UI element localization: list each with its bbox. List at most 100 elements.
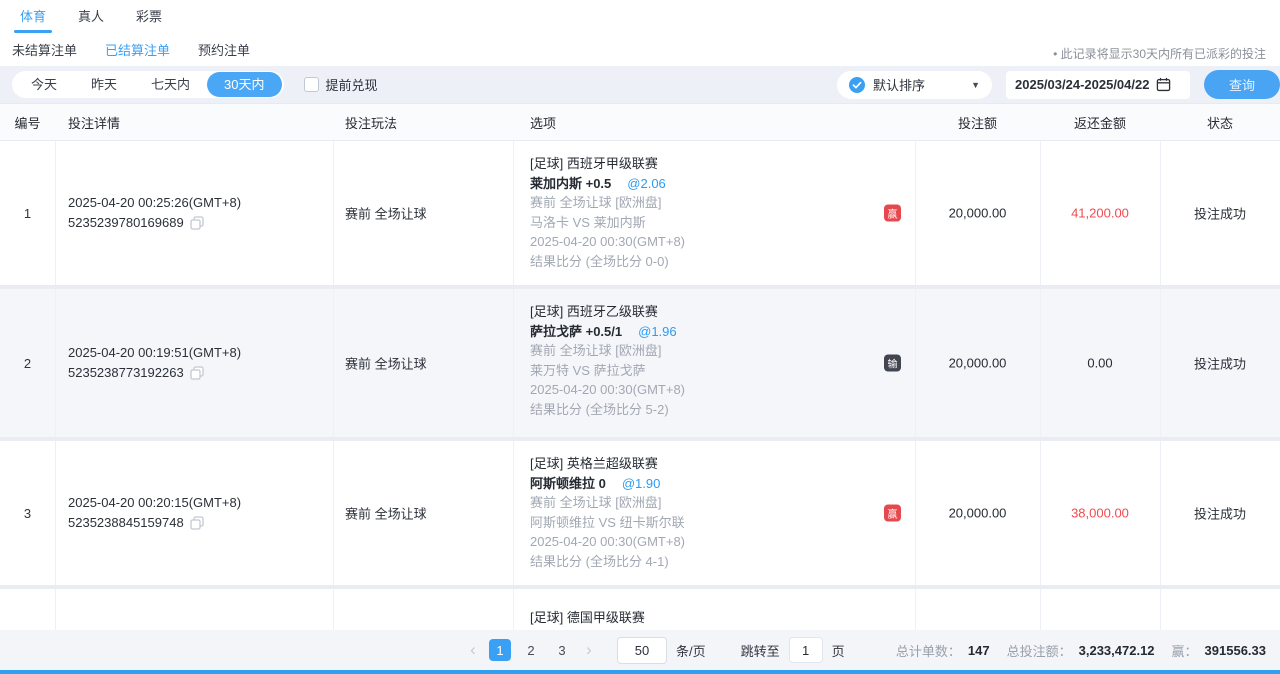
match-teams: 莱万特 VS 萨拉戈萨 (530, 361, 685, 381)
result-score: 结果比分 (全场比分 5-2) (530, 400, 685, 420)
calendar-icon (1156, 77, 1171, 92)
page-button-2[interactable]: 2 (520, 639, 542, 661)
total-count-value: 147 (968, 643, 990, 658)
total-stake-value: 3,233,472.12 (1079, 643, 1155, 658)
league-name: [足球] 英格兰超级联赛 (530, 454, 685, 474)
bet-selection: 萨拉戈萨 +0.5/1 (530, 324, 622, 339)
tab-lottery[interactable]: 彩票 (136, 0, 162, 33)
tab-sports[interactable]: 体育 (20, 0, 46, 33)
match-time: 2025-04-20 00:30(GMT+8) (530, 532, 685, 552)
table-row: 3 2025-04-20 00:20:15(GMT+8) 52352388451… (0, 441, 1280, 585)
jump-to-label: 跳转至 (741, 641, 780, 660)
table-header: 编号 投注详情 投注玩法 选项 投注额 返还金额 状态 (0, 103, 1280, 141)
total-win-value: 391556.33 (1205, 643, 1266, 658)
caret-down-icon: ▼ (971, 80, 980, 90)
total-count-label: 总计单数： (896, 641, 961, 660)
date-range-picker[interactable]: 2025/03/24-2025/04/22 (1006, 71, 1190, 99)
table-row: 2 2025-04-20 00:19:51(GMT+8) 52352387731… (0, 289, 1280, 437)
bet-time: 2025-04-20 00:19:51(GMT+8) (68, 343, 241, 363)
page-size-input[interactable] (617, 637, 667, 664)
match-teams: 阿斯顿维拉 VS 纽卡斯尔联 (530, 513, 685, 533)
result-score: 结果比分 (全场比分 4-1) (530, 552, 685, 572)
per-page-label: 条/页 (676, 641, 706, 660)
total-win-label: 赢： (1172, 641, 1198, 660)
table-row: [足球] 德国甲级联赛 (0, 589, 1280, 630)
bet-details-cell: 2025-04-20 00:19:51(GMT+8) 5235238773192… (68, 343, 241, 383)
cashout-checkbox[interactable] (304, 77, 319, 92)
table-row: 1 2025-04-20 00:25:26(GMT+8) 52352397801… (0, 141, 1280, 285)
bet-time: 2025-04-20 00:20:15(GMT+8) (68, 493, 241, 513)
bet-odds: @2.06 (627, 176, 666, 191)
bet-selection: 阿斯顿维拉 0 (530, 476, 606, 491)
subtab-settled-bets[interactable]: 已结算注单 (105, 40, 170, 59)
result-score: 结果比分 (全场比分 0-0) (530, 252, 685, 272)
bet-selection: 莱加内斯 +0.5 (530, 176, 611, 191)
bet-odds: @1.90 (622, 476, 661, 491)
header-status: 状态 (1160, 104, 1280, 140)
bet-type-cell: 赛前 全场让球 (345, 504, 427, 523)
bet-order-id: 5235238845159748 (68, 513, 184, 533)
bet-table-body: 1 2025-04-20 00:25:26(GMT+8) 52352397801… (0, 141, 1280, 630)
bet-amount: 20,000.00 (915, 206, 1040, 221)
league-name: [足球] 德国甲级联赛 (530, 608, 645, 628)
main-tab-bar: 体育 真人 彩票 (0, 0, 1280, 33)
header-no: 编号 (0, 104, 55, 140)
chevron-left-icon[interactable]: ‹ (466, 640, 480, 660)
market-type: 赛前 全场让球 [欧洲盘] (530, 341, 685, 361)
totals-summary: 总计单数： 147 总投注额： 3,233,472.12 赢： 391556.3… (896, 630, 1266, 670)
page-unit-label: 页 (832, 641, 845, 660)
return-amount: 41,200.00 (1040, 206, 1160, 221)
copy-icon[interactable] (190, 516, 204, 530)
win-badge: 赢 (884, 205, 901, 222)
page-button-1[interactable]: 1 (489, 639, 511, 661)
check-circle-icon (849, 77, 865, 93)
bet-details-cell: 2025-04-20 00:25:26(GMT+8) 5235239780169… (68, 193, 241, 233)
jump-page-input[interactable] (789, 637, 823, 663)
bet-amount: 20,000.00 (915, 506, 1040, 521)
copy-icon[interactable] (190, 366, 204, 380)
match-time: 2025-04-20 00:30(GMT+8) (530, 232, 685, 252)
match-time: 2025-04-20 00:30(GMT+8) (530, 380, 685, 400)
records-note: • 此记录将显示30天内所有已派彩的投注 (1053, 45, 1266, 62)
pagination: ‹ 1 2 3 › 条/页 跳转至 页 (466, 630, 845, 670)
bottom-accent-bar (0, 670, 1280, 674)
copy-icon[interactable] (190, 216, 204, 230)
filter-30days[interactable]: 30天内 (207, 72, 281, 97)
subtab-reserved-bets[interactable]: 预约注单 (198, 40, 250, 59)
bet-options-cell: [足球] 西班牙甲级联赛 莱加内斯 +0.5 @2.06 赛前 全场让球 [欧洲盘… (530, 154, 685, 271)
cashout-filter[interactable]: 提前兑现 (304, 75, 378, 94)
page-button-3[interactable]: 3 (551, 639, 573, 661)
filter-yesterday[interactable]: 昨天 (74, 72, 134, 97)
bet-order-id: 5235239780169689 (68, 213, 184, 233)
tab-live[interactable]: 真人 (78, 0, 104, 33)
market-type: 赛前 全场让球 [欧洲盘] (530, 493, 685, 513)
bet-order-id: 5235238773192263 (68, 363, 184, 383)
date-range-value: 2025/03/24-2025/04/22 (1015, 77, 1149, 92)
row-number: 1 (0, 141, 55, 285)
bet-options-cell: [足球] 德国甲级联赛 (530, 608, 645, 628)
footer-bar: ‹ 1 2 3 › 条/页 跳转至 页 总计单数： 147 总投注额： 3,23… (0, 630, 1280, 670)
bet-amount: 20,000.00 (915, 356, 1040, 371)
filter-bar: 今天 昨天 七天内 30天内 提前兑现 默认排序 ▼ 2025/03/24-20… (0, 66, 1280, 103)
bet-options-cell: [足球] 西班牙乙级联赛 萨拉戈萨 +0.5/1@1.96 赛前 全场让球 [欧… (530, 302, 685, 419)
bet-type-cell: 赛前 全场让球 (345, 354, 427, 373)
bet-time: 2025-04-20 00:25:26(GMT+8) (68, 193, 241, 213)
market-type: 赛前 全场让球 [欧洲盘] (530, 193, 685, 213)
filter-7days[interactable]: 七天内 (134, 72, 207, 97)
row-number: 2 (0, 289, 55, 437)
filter-today[interactable]: 今天 (14, 72, 74, 97)
bet-options-cell: [足球] 英格兰超级联赛 阿斯顿维拉 0@1.90 赛前 全场让球 [欧洲盘] … (530, 454, 685, 571)
return-amount: 38,000.00 (1040, 506, 1160, 521)
row-number: 3 (0, 441, 55, 585)
sort-label: 默认排序 (873, 75, 925, 94)
cashout-label: 提前兑现 (326, 75, 378, 94)
query-button[interactable]: 查询 (1204, 70, 1280, 99)
subtab-unsettled-bets[interactable]: 未结算注单 (12, 40, 77, 59)
chevron-right-icon[interactable]: › (582, 640, 596, 660)
bet-status: 投注成功 (1160, 354, 1280, 373)
league-name: [足球] 西班牙甲级联赛 (530, 154, 685, 174)
sort-dropdown[interactable]: 默认排序 ▼ (837, 71, 992, 99)
league-name: [足球] 西班牙乙级联赛 (530, 302, 685, 322)
match-teams: 马洛卡 VS 莱加内斯 (530, 213, 685, 233)
bet-status: 投注成功 (1160, 504, 1280, 523)
